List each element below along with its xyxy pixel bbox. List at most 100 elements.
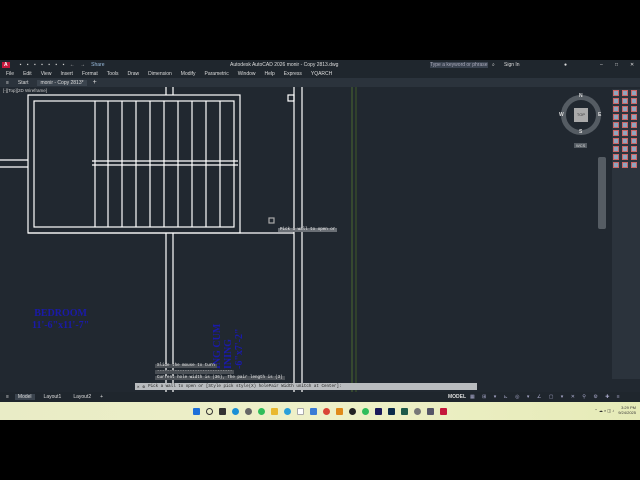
tool-icon[interactable] (631, 146, 637, 152)
tool-icon[interactable] (631, 106, 637, 112)
tool-icon[interactable] (613, 114, 619, 120)
status-bar-toggles[interactable]: ▦ ⊞ ▾ ⊾ ◎ ▾ ∠ ▢ ▾ ✕ ⚲ ⚙ ✚ ≡ (470, 394, 623, 400)
tool-icon[interactable] (622, 114, 628, 120)
tool-icon[interactable] (631, 154, 637, 160)
maximize-button[interactable]: □ (615, 62, 618, 68)
quick-access-toolbar[interactable]: ▪ ▪ ▪ ▪ ▪ ▪ ▪ ← → (20, 62, 88, 68)
tool-icon[interactable] (631, 138, 637, 144)
drawing-canvas[interactable] (0, 87, 640, 392)
tool-icon[interactable] (613, 162, 619, 168)
tool-icon[interactable] (622, 138, 628, 144)
tool-icon[interactable] (622, 130, 628, 136)
compass-north[interactable]: N (579, 93, 583, 99)
system-tray[interactable]: ⌃ ☁ ⌕ ◫ ♪ 3:29 PM 9/24/2025 (594, 405, 636, 415)
close-command-icon[interactable]: ✕ (137, 384, 140, 390)
tool-icon[interactable] (631, 90, 637, 96)
menu-draw[interactable]: Draw (127, 71, 139, 77)
edge-icon[interactable] (232, 407, 239, 415)
tool-icon[interactable] (631, 130, 637, 136)
tab-layout2[interactable]: Layout2 (70, 394, 94, 400)
chrome-icon[interactable] (323, 407, 330, 415)
compass-south[interactable]: S (579, 129, 582, 135)
tool-icon[interactable] (622, 146, 628, 152)
tool-icon[interactable] (613, 138, 619, 144)
tool-icon[interactable] (613, 122, 619, 128)
menu-file[interactable]: File (6, 71, 14, 77)
app-icon[interactable] (427, 407, 434, 415)
hamburger-icon[interactable]: ≡ (6, 80, 9, 86)
model-space-toggle[interactable]: MODEL (448, 394, 466, 400)
app-icon[interactable] (349, 407, 356, 415)
command-line[interactable]: ✕ ⚙ Pick a wall to open or [Style pick s… (135, 383, 477, 390)
menu-window[interactable]: Window (238, 71, 256, 77)
minimize-button[interactable]: – (600, 62, 603, 68)
app-icon[interactable] (414, 407, 421, 415)
premiere-icon[interactable] (375, 407, 382, 415)
menu-express[interactable]: Express (284, 71, 302, 77)
menu-dimension[interactable]: Dimension (148, 71, 172, 77)
tool-icon[interactable] (622, 154, 628, 160)
help-icon[interactable]: ● (564, 62, 567, 68)
search-icon[interactable] (206, 407, 213, 415)
menu-parametric[interactable]: Parametric (205, 71, 229, 77)
customize-command-icon[interactable]: ⚙ (143, 384, 146, 390)
app-icon[interactable] (362, 407, 369, 415)
wcs-menu[interactable]: WCS (574, 143, 588, 148)
layout-menu-icon[interactable]: ≡ (6, 394, 9, 400)
tool-icon[interactable] (622, 106, 628, 112)
tool-icon[interactable] (622, 162, 628, 168)
tool-icon[interactable] (631, 162, 637, 168)
menu-tools[interactable]: Tools (107, 71, 119, 77)
menu-help[interactable]: Help (265, 71, 275, 77)
tool-icon[interactable] (622, 122, 628, 128)
tool-icon[interactable] (613, 154, 619, 160)
whatsapp-icon[interactable] (258, 407, 265, 415)
tool-icon[interactable] (622, 90, 628, 96)
navigation-bar[interactable] (598, 157, 606, 229)
tab-model[interactable]: Model (14, 394, 35, 400)
compass-west[interactable]: W (559, 112, 564, 118)
new-tab-button[interactable]: + (93, 79, 97, 86)
menu-yqarch[interactable]: YQARCH (311, 71, 332, 77)
add-layout-button[interactable]: + (100, 394, 103, 400)
settings-icon[interactable] (245, 407, 252, 415)
start-icon[interactable] (193, 407, 200, 415)
tool-icon[interactable] (631, 98, 637, 104)
menu-insert[interactable]: Insert (60, 71, 73, 77)
notepad-icon[interactable] (297, 407, 304, 415)
clock[interactable]: 3:29 PM 9/24/2025 (618, 405, 636, 415)
search-icon[interactable]: ⌕ (492, 62, 495, 68)
file-explorer-icon[interactable] (271, 407, 278, 415)
share-button[interactable]: Share (91, 62, 104, 68)
menu-edit[interactable]: Edit (23, 71, 32, 77)
app-icon[interactable] (401, 407, 408, 415)
tool-icon[interactable] (613, 130, 619, 136)
sign-in-button[interactable]: Sign In (504, 62, 520, 68)
tray-icons[interactable]: ⌃ ☁ ⌕ ◫ ♪ (594, 408, 614, 413)
autocad-taskbar-icon[interactable] (440, 407, 447, 415)
menu-format[interactable]: Format (82, 71, 98, 77)
menu-view[interactable]: View (41, 71, 52, 77)
autocad-logo[interactable]: A (2, 61, 10, 68)
app-icon[interactable] (310, 407, 317, 415)
menu-modify[interactable]: Modify (181, 71, 196, 77)
tab-layout1[interactable]: Layout1 (41, 394, 65, 400)
close-button[interactable]: ✕ (630, 62, 634, 68)
command-input[interactable]: Pick a wall to open or [Style pick style… (148, 385, 342, 389)
tool-icon[interactable] (631, 114, 637, 120)
tool-icon[interactable] (631, 122, 637, 128)
telegram-icon[interactable] (284, 407, 291, 415)
photoshop-icon[interactable] (388, 407, 395, 415)
tool-icon[interactable] (613, 98, 619, 104)
app-icon[interactable] (336, 407, 343, 415)
taskview-icon[interactable] (219, 407, 226, 415)
tool-icon[interactable] (613, 106, 619, 112)
drawing-viewport[interactable]: [-][Top][2D Wireframe] BEDROOM 11'-6"x11… (0, 87, 640, 392)
tab-document[interactable]: monir - Copy 2813* (37, 79, 87, 86)
tab-start[interactable]: Start (15, 80, 32, 86)
search-input[interactable]: Type a keyword or phrase (430, 61, 488, 68)
tool-icon[interactable] (613, 146, 619, 152)
tool-palette[interactable] (612, 89, 640, 379)
tool-icon[interactable] (622, 98, 628, 104)
viewcube-top[interactable]: TOP (574, 108, 588, 122)
